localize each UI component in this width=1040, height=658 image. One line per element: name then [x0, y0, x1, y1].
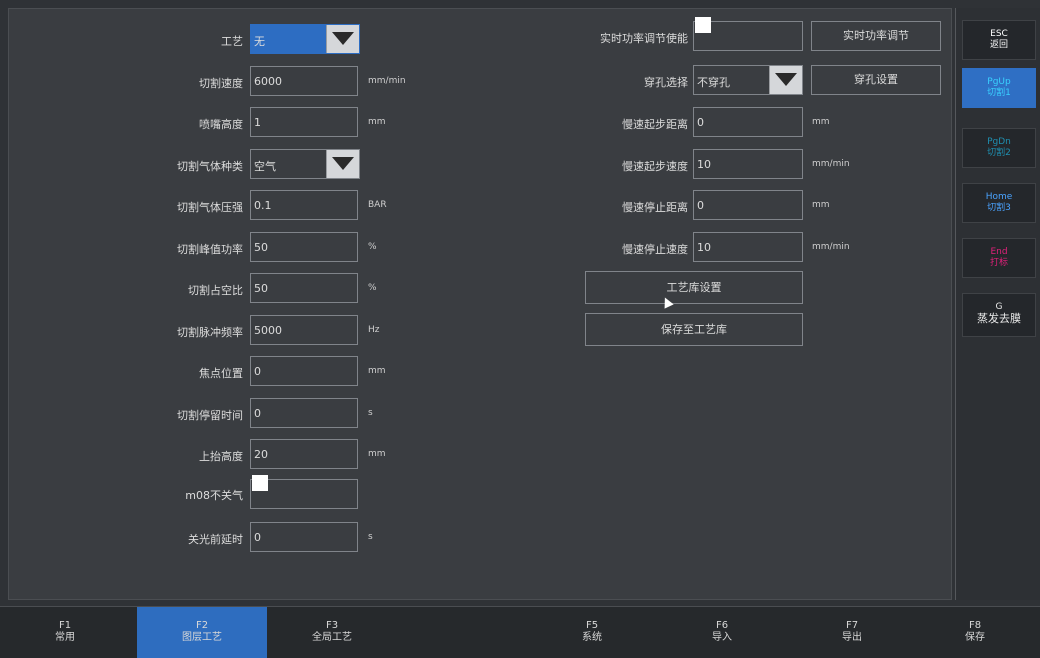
- slow-stop-dist-field[interactable]: 0: [693, 190, 803, 220]
- process-lib-settings-button[interactable]: 工艺库设置: [585, 271, 803, 304]
- side-panel: ESC 返回 PgUp 切割1 PgDn 切割2 Home 切割3 End 打标…: [955, 8, 1040, 600]
- pierce-select[interactable]: 不穿孔: [693, 65, 803, 95]
- row-slow-start-speed: 慢速起步速度 10 mm/min: [9, 149, 953, 181]
- row-slow-start-dist: 慢速起步距离 0 mm: [9, 107, 953, 139]
- chevron-down-icon[interactable]: [769, 66, 802, 94]
- tab-f8[interactable]: F8 保存: [910, 607, 1040, 658]
- row-slow-stop-dist: 慢速停止距离 0 mm: [9, 190, 953, 222]
- row-focus: 焦点位置 0 mm: [9, 356, 953, 388]
- side-pgup-button[interactable]: PgUp 切割1: [962, 68, 1036, 108]
- pierce-settings-button[interactable]: 穿孔设置: [811, 65, 941, 95]
- row-pulse-freq: 切割脉冲频率 5000 Hz: [9, 315, 953, 347]
- lift-height-field[interactable]: 20: [250, 439, 358, 469]
- row-slow-stop-speed: 慢速停止速度 10 mm/min: [9, 232, 953, 264]
- tab-f4[interactable]: [397, 607, 527, 658]
- duty-cycle-field[interactable]: 50: [250, 273, 358, 303]
- pulse-freq-field[interactable]: 5000: [250, 315, 358, 345]
- row-dwell: 切割停留时间 0 s: [9, 398, 953, 430]
- tab-f7[interactable]: F7 导出: [787, 607, 917, 658]
- side-end-button[interactable]: End 打标: [962, 238, 1036, 278]
- tab-f1[interactable]: F1 常用: [0, 607, 130, 658]
- tab-f6[interactable]: F6 导入: [657, 607, 787, 658]
- pre-delay-field[interactable]: 0: [250, 522, 358, 552]
- process-settings-panel: 工艺 无 切割速度 6000 mm/min 喷嘴高度 1 mm 切割气体种类 空…: [8, 8, 952, 600]
- function-key-bar: F1 常用 F2 图层工艺 F3 全局工艺 F5 系统 F6 导入 F7 导出 F8 保存: [0, 606, 1040, 658]
- tab-f5[interactable]: F5 系统: [527, 607, 657, 658]
- row-duty-cycle: 切割占空比 50 %: [9, 273, 953, 305]
- slow-stop-speed-field[interactable]: 10: [693, 232, 803, 262]
- slow-start-speed-field[interactable]: 10: [693, 149, 803, 179]
- save-to-lib-button[interactable]: 保存至工艺库: [585, 313, 803, 346]
- tab-f2[interactable]: F2 图层工艺: [137, 607, 267, 658]
- m08-checkbox[interactable]: [252, 475, 268, 491]
- row-pierce: 穿孔选择 不穿孔 穿孔设置: [9, 65, 953, 97]
- side-esc-button[interactable]: ESC 返回: [962, 20, 1036, 60]
- tab-f3[interactable]: F3 全局工艺: [267, 607, 397, 658]
- row-lift-height: 上抬高度 20 mm: [9, 439, 953, 471]
- focus-field[interactable]: 0: [250, 356, 358, 386]
- row-m08: m08不关气: [9, 475, 953, 509]
- dwell-field[interactable]: 0: [250, 398, 358, 428]
- side-pgdn-button[interactable]: PgDn 切割2: [962, 128, 1036, 168]
- row-pre-delay: 关光前延时 0 s: [9, 522, 953, 554]
- row-realtime-power: 实时功率调节使能 实时功率调节: [9, 17, 953, 51]
- side-evaporate-button[interactable]: G 蒸发去膜: [962, 293, 1036, 337]
- side-home-button[interactable]: Home 切割3: [962, 183, 1036, 223]
- realtime-power-checkbox[interactable]: [695, 17, 711, 33]
- slow-start-dist-field[interactable]: 0: [693, 107, 803, 137]
- realtime-power-button[interactable]: 实时功率调节: [811, 21, 941, 51]
